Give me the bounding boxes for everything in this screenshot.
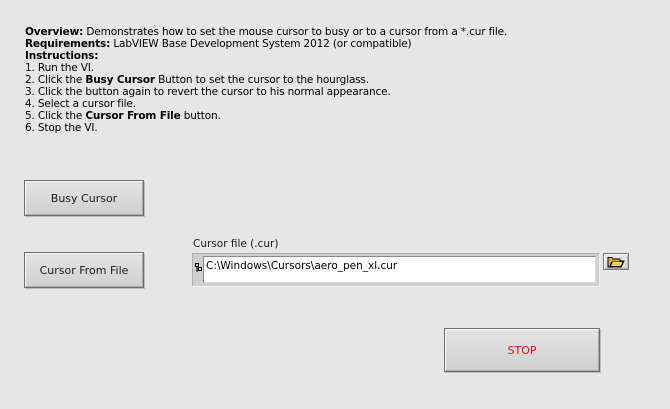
stop-button[interactable]: STOP [444,328,600,372]
cursor-from-file-button-label: Cursor From File [39,263,129,277]
overview-text: Demonstrates how to set the mouse cursor… [83,26,508,38]
step-2-pre: 2. Click the [25,74,86,86]
cursor-from-file-button[interactable]: Cursor From File [24,252,144,288]
step-5: 5. Click the Cursor From File button. [25,110,645,122]
requirements-text: LabVIEW Base Development System 2012 (or… [110,38,412,50]
overview-line: Overview: Demonstrates how to set the mo… [25,26,645,38]
step-2-bold: Busy Cursor [85,74,155,86]
step-5-bold: Cursor From File [85,110,181,122]
step-6: 6. Stop the VI. [25,122,98,134]
step-2-post: Button to set the cursor to the hourglas… [154,74,370,86]
cursor-file-path-input[interactable] [203,256,596,283]
stop-button-label: STOP [507,343,537,357]
instructions-heading: Instructions: [25,50,645,62]
overview-label: Overview: [25,26,84,38]
instructions-text: Overview: Demonstrates how to set the mo… [25,26,645,134]
step-2: 2. Click the Busy Cursor Button to set t… [25,74,645,86]
browse-button[interactable] [603,253,629,270]
folder-open-icon [607,256,625,267]
requirements-label: Requirements: [25,38,111,50]
step-5-pre: 5. Click the [25,110,86,122]
requirements-line: Requirements: LabVIEW Base Development S… [25,38,645,50]
step-4: 4. Select a cursor file. [25,98,136,110]
step-3: 3. Click the button again to revert the … [25,86,391,98]
instructions-label: Instructions: [25,50,99,62]
step-5-post: button. [180,110,221,122]
cursor-file-label: Cursor file (.cur) [193,238,279,250]
busy-cursor-button[interactable]: Busy Cursor [24,180,144,216]
step-1: 1. Run the VI. [25,62,94,74]
path-menu-icon[interactable] [195,263,202,273]
busy-cursor-button-label: Busy Cursor [50,191,118,205]
